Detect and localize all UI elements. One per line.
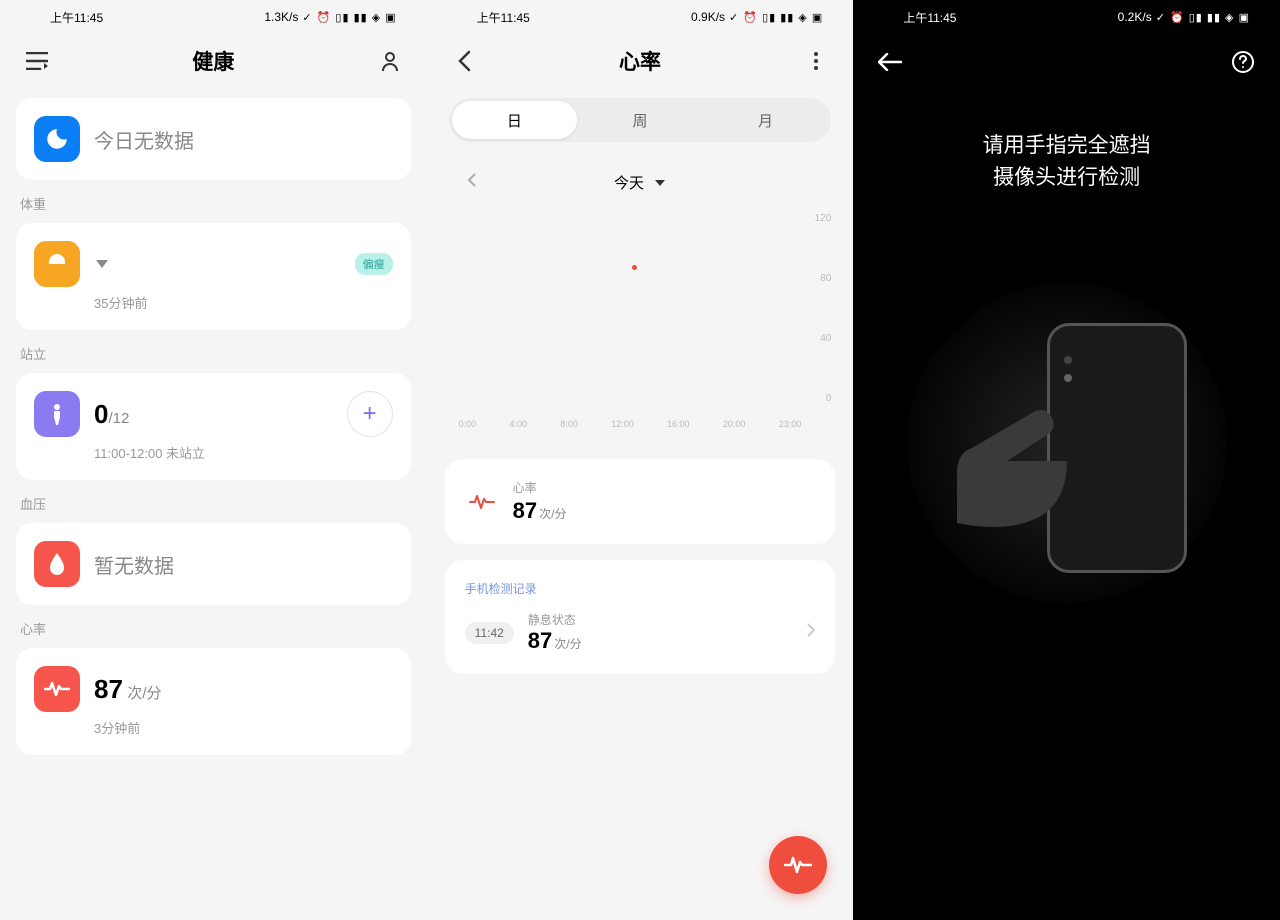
x-tick: 20:00 [723, 419, 746, 429]
status-icons: ✓ ⏰ ▯▮ ▮▮ ◈ ▣ [1156, 11, 1250, 24]
status-time: 上午11:45 [903, 9, 956, 26]
add-button[interactable]: + [347, 391, 393, 437]
status-bar: 上午11:45 0.9K/s ✓ ⏰ ▯▮ ▮▮ ◈ ▣ [427, 0, 854, 34]
y-tick: 40 [820, 333, 831, 344]
measure-button[interactable] [769, 836, 827, 894]
x-tick: 4:00 [510, 419, 528, 429]
today-card[interactable]: 今日无数据 [16, 98, 411, 180]
seg-day[interactable]: 日 [452, 101, 578, 139]
page-title: 健康 [52, 46, 375, 76]
y-tick: 80 [820, 273, 831, 284]
heart-card[interactable]: 87 次/分 3分钟前 [16, 648, 411, 755]
record-state: 静息状态 [528, 611, 794, 628]
heart-sub: 3分钟前 [94, 718, 393, 737]
moon-icon [34, 116, 80, 162]
camera-illustration [907, 283, 1227, 603]
dropdown-icon [94, 256, 110, 272]
blood-icon [34, 541, 80, 587]
pulse-icon [465, 485, 499, 519]
status-bar: 上午11:45 1.3K/s ✓ ⏰ ▯▮ ▮▮ ◈ ▣ [0, 0, 427, 34]
seg-month[interactable]: 月 [703, 101, 829, 139]
y-tick: 120 [815, 213, 832, 224]
stand-card[interactable]: 0/12 + 11:00-12:00 未站立 [16, 373, 411, 480]
x-tick: 16:00 [667, 419, 690, 429]
stand-sub: 11:00-12:00 未站立 [94, 443, 393, 462]
help-icon[interactable] [1228, 47, 1258, 77]
instruction-text: 请用手指完全遮挡 摄像头进行检测 [853, 90, 1280, 213]
stand-suffix: /12 [108, 410, 129, 427]
chevron-left-icon[interactable] [467, 172, 477, 193]
x-tick: 8:00 [560, 419, 578, 429]
hr-unit: 次/分 [539, 507, 566, 521]
status-icons: ✓ ⏰ ▯▮ ▮▮ ◈ ▣ [302, 11, 396, 24]
current-heart-card[interactable]: 心率 87次/分 [445, 459, 836, 544]
record-time: 11:42 [465, 622, 514, 644]
scale-icon [34, 241, 80, 287]
y-tick: 0 [826, 393, 832, 404]
back-icon[interactable] [449, 46, 479, 76]
x-tick: 23:00 [779, 419, 802, 429]
hr-label: 心率 [513, 479, 567, 496]
section-weight-label: 体重 [20, 194, 407, 213]
records-header: 手机检测记录 [465, 580, 816, 597]
heart-value: 87 [94, 674, 123, 704]
seg-week[interactable]: 周 [577, 101, 703, 139]
dropdown-icon[interactable] [654, 174, 666, 192]
x-tick: 12:00 [611, 419, 634, 429]
chart-x-axis: 0:00 4:00 8:00 12:00 16:00 20:00 23:00 [459, 419, 802, 429]
title-bar: 健康 [0, 34, 427, 88]
title-bar [853, 34, 1280, 90]
record-row[interactable]: 11:42 静息状态 87次/分 [465, 611, 816, 654]
x-tick: 0:00 [459, 419, 477, 429]
blood-text: 暂无数据 [94, 550, 174, 579]
record-unit: 次/分 [554, 637, 581, 651]
section-stand-label: 站立 [20, 344, 407, 363]
period-segmented-control[interactable]: 日 周 月 [449, 98, 832, 142]
date-navigator: 今天 [427, 152, 854, 203]
stand-icon [34, 391, 80, 437]
heart-icon [34, 666, 80, 712]
status-net: 0.2K/s [1118, 10, 1152, 24]
record-value: 87 [528, 628, 552, 653]
status-time: 上午11:45 [50, 9, 103, 26]
date-label[interactable]: 今天 [614, 172, 644, 193]
profile-icon[interactable] [375, 46, 405, 76]
weight-card[interactable]: 偏瘦 35分钟前 [16, 223, 411, 330]
back-icon[interactable] [875, 47, 905, 77]
chevron-right-icon [807, 623, 815, 642]
heart-rate-chart: 120 80 40 0 0:00 4:00 8:00 12:00 16:00 2… [449, 213, 832, 443]
page-title: 心率 [479, 46, 802, 76]
menu-icon[interactable] [22, 46, 52, 76]
records-card: 手机检测记录 11:42 静息状态 87次/分 [445, 560, 836, 674]
stand-value: 0 [94, 399, 108, 429]
weight-timeago: 35分钟前 [94, 293, 393, 312]
today-text: 今日无数据 [94, 125, 194, 154]
blood-card[interactable]: 暂无数据 [16, 523, 411, 605]
heart-unit: 次/分 [127, 685, 161, 702]
section-blood-label: 血压 [20, 494, 407, 513]
status-net: 1.3K/s [264, 10, 298, 24]
weight-badge: 偏瘦 [355, 253, 393, 275]
status-icons: ✓ ⏰ ▯▮ ▮▮ ◈ ▣ [729, 11, 823, 24]
status-bar: 上午11:45 0.2K/s ✓ ⏰ ▯▮ ▮▮ ◈ ▣ [853, 0, 1280, 34]
title-bar: 心率 [427, 34, 854, 88]
chart-data-point [632, 265, 637, 270]
status-net: 0.9K/s [691, 10, 725, 24]
hand-icon [937, 383, 1087, 533]
hr-value: 87 [513, 498, 537, 523]
more-icon[interactable] [801, 46, 831, 76]
status-time: 上午11:45 [477, 9, 530, 26]
section-heart-label: 心率 [20, 619, 407, 638]
